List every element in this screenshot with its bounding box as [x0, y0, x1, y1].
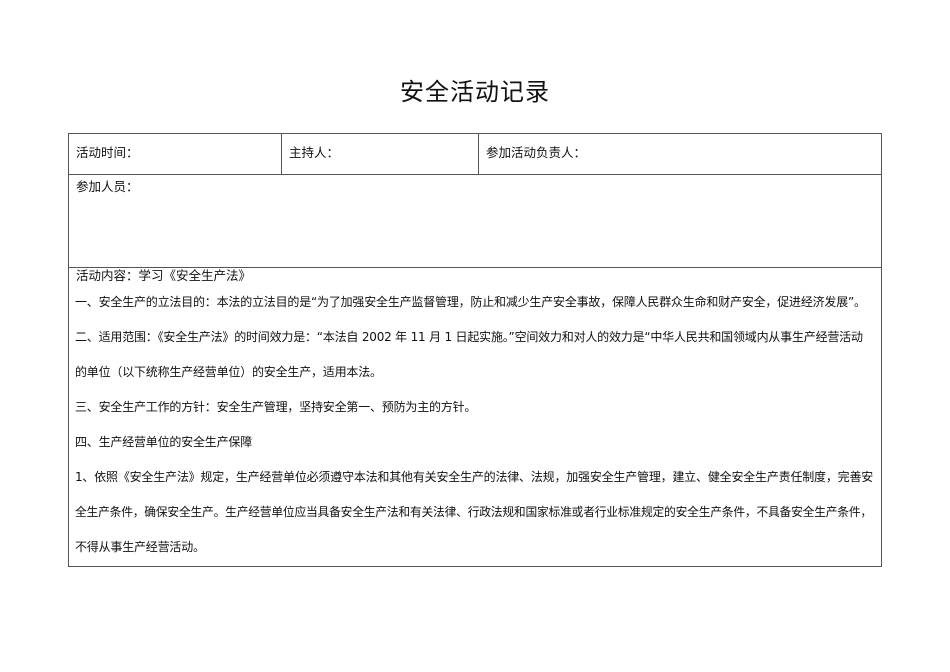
- participants-field[interactable]: 参加人员：: [69, 174, 881, 268]
- participants-label: 参加人员：: [76, 179, 139, 194]
- content-line: 全生产条件，确保安全生产。生产经营单位应当具备安全生产法和有关法律、行政法规和国…: [75, 505, 872, 519]
- content-line: 的单位（以下统称生产经营单位）的安全生产，适用本法。: [75, 365, 382, 379]
- host-field[interactable]: 主持人：: [282, 134, 479, 174]
- content-line: 一、安全生产的立法目的：本法的立法目的是“为了加强安全生产监督管理，防止和减少生…: [75, 295, 866, 309]
- activity-content-section: 活动内容：学习《安全生产法》 一、安全生产的立法目的：本法的立法目的是“为了加强…: [69, 268, 881, 566]
- responsible-person-field[interactable]: 参加活动负责人：: [479, 134, 881, 174]
- document-title: 安全活动记录: [400, 78, 550, 106]
- content-heading: 活动内容：学习《安全生产法》: [76, 268, 252, 283]
- content-line: 1、依照《安全生产法》规定，生产经营单位必须遵守本法和其他有关安全生产的法律、法…: [75, 470, 874, 484]
- activity-time-field[interactable]: 活动时间：: [69, 134, 282, 174]
- header-row: 活动时间： 主持人： 参加活动负责人：: [69, 134, 881, 175]
- content-line: 不得从事生产经营活动。: [75, 540, 205, 554]
- activity-record-table: 活动时间： 主持人： 参加活动负责人： 参加人员： 活动内容：学习《安全生产法》…: [68, 133, 882, 567]
- content-line: 四、生产经营单位的安全生产保障: [75, 435, 253, 449]
- content-line: 二、适用范围：《安全生产法》的时间效力是：“本法自 2002 年 11 月 1 …: [75, 330, 863, 344]
- content-line: 三、安全生产工作的方针：安全生产管理，坚持安全第一、预防为主的方针。: [75, 400, 477, 414]
